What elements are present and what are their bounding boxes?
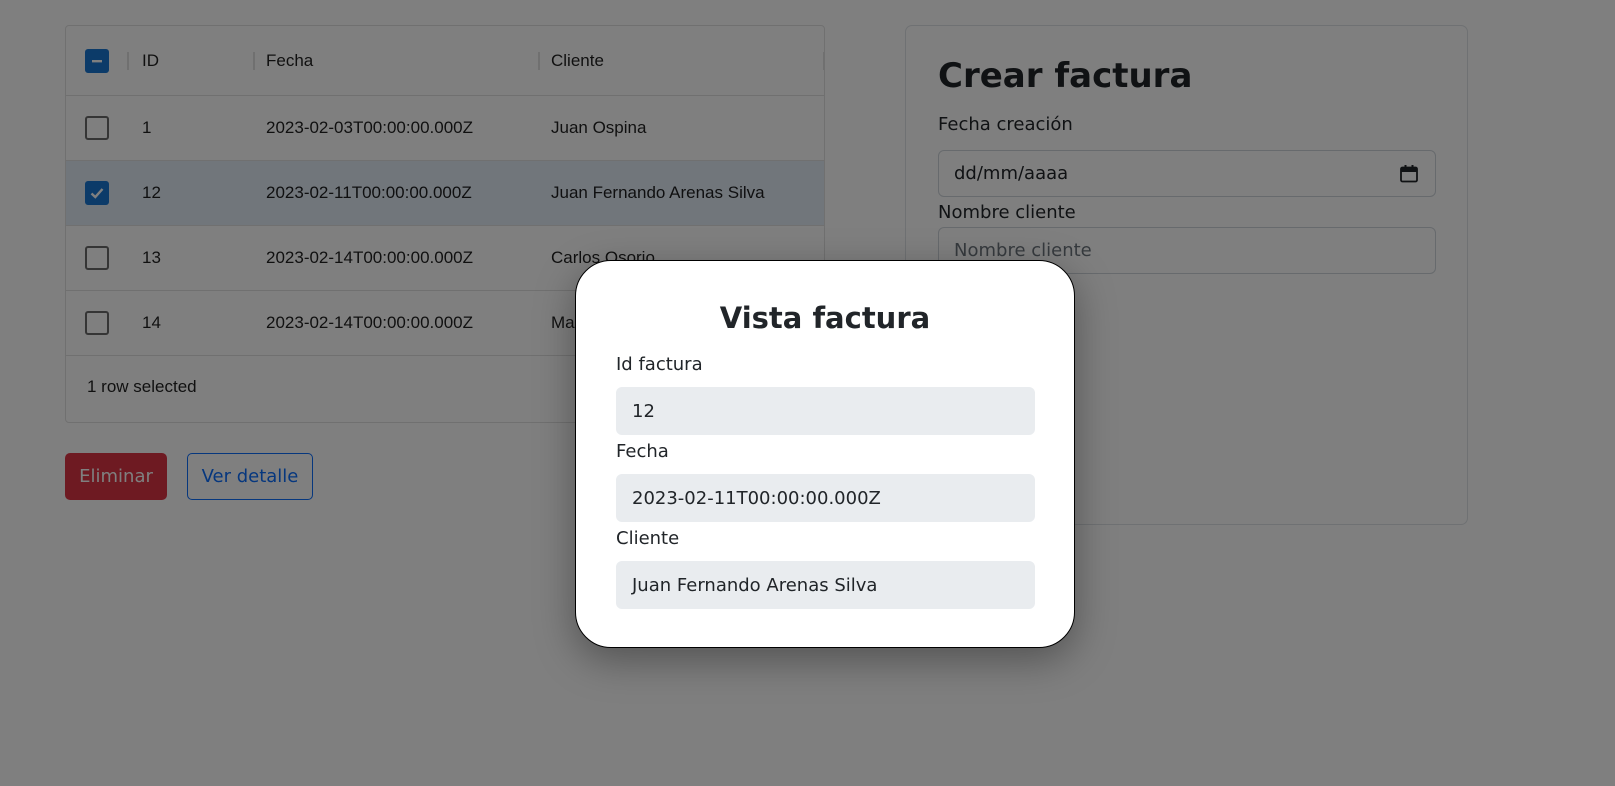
invoice-id-label: Id factura	[616, 354, 703, 375]
fecha-field[interactable]: 2023-02-11T00:00:00.000Z	[616, 474, 1035, 522]
fecha-label: Fecha	[616, 441, 669, 462]
invoice-view-modal: Vista factura Id factura 12 Fecha 2023-0…	[575, 260, 1075, 648]
invoice-id-field[interactable]: 12	[616, 387, 1035, 435]
cliente-field[interactable]: Juan Fernando Arenas Silva	[616, 561, 1035, 609]
cliente-label: Cliente	[616, 528, 680, 549]
modal-title: Vista factura	[719, 301, 931, 335]
